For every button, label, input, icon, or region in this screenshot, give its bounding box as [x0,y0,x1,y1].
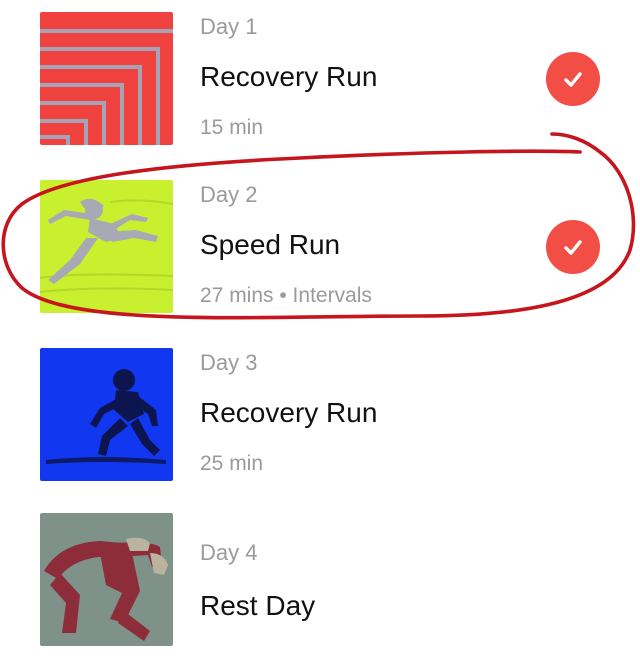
workout-duration: 15 min [200,116,264,139]
completed-check-icon[interactable] [546,220,600,274]
day-label: Day 3 [200,350,258,375]
completed-check-icon[interactable] [546,52,600,106]
workout-duration: 25 min [200,452,264,475]
workout-title: Recovery Run [200,397,378,428]
workout-title: Recovery Run [200,61,378,92]
runner-icon [40,348,173,481]
workout-thumbnail [40,348,173,481]
workout-title: Rest Day [200,590,316,621]
stretching-figure-icon [40,513,173,646]
runner-icon [40,180,173,313]
workout-duration: 27 mins • Intervals [200,284,372,307]
day-label: Day 1 [200,14,258,39]
list-item-day-2[interactable]: Day 2 Speed Run 27 mins • Intervals [0,168,640,336]
chevron-stripes-icon [40,12,173,145]
list-item-day-3[interactable]: Day 3 Recovery Run 25 min [0,336,640,504]
workout-thumbnail [40,513,173,646]
workout-thumbnail [40,12,173,145]
day-label: Day 2 [200,182,258,207]
workout-thumbnail [40,180,173,313]
list-item-day-1[interactable]: Day 1 Recovery Run 15 min [0,0,640,168]
list-item-day-4[interactable]: Day 4 Rest Day [0,504,640,672]
workout-title: Speed Run [200,229,341,260]
day-label: Day 4 [200,540,258,565]
